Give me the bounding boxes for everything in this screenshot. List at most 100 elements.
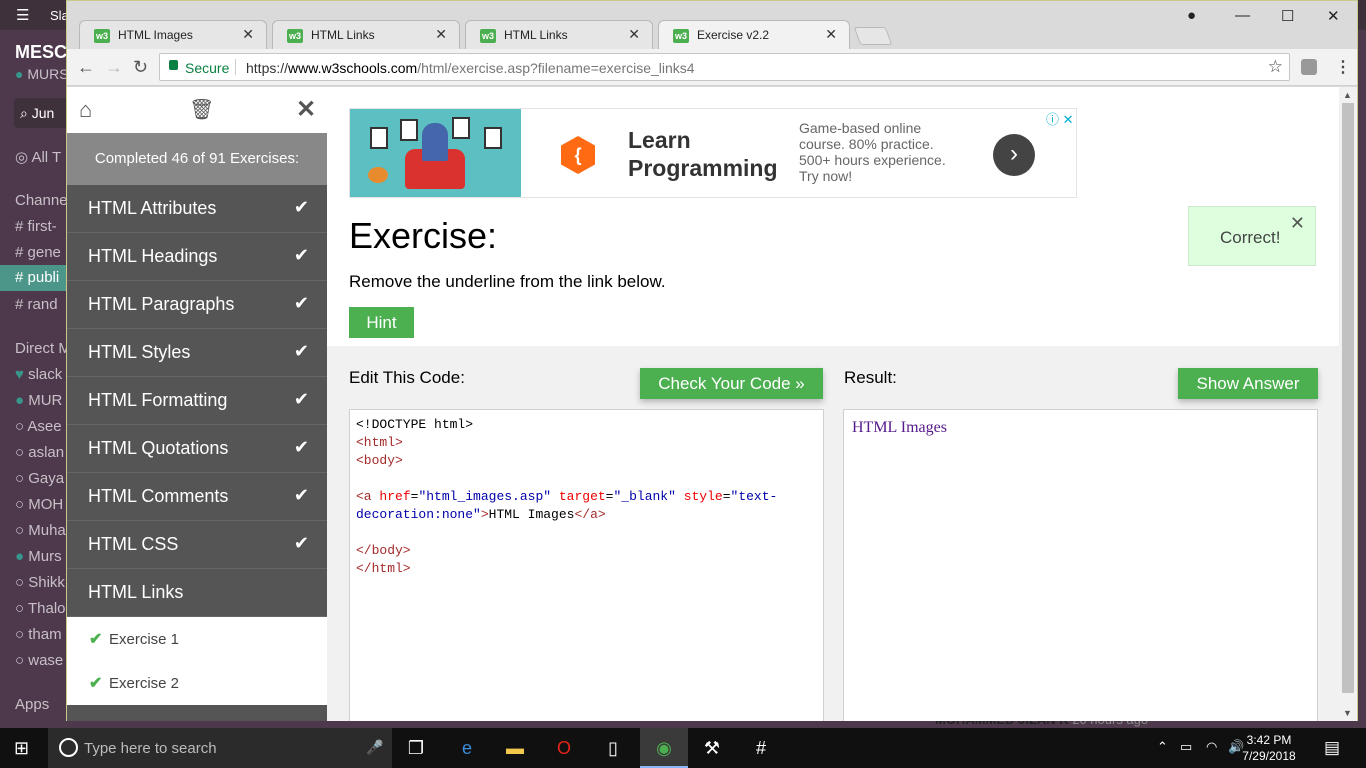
taskbar-search[interactable]: Type here to search 🎤 <box>48 728 392 768</box>
minimize-icon[interactable]: — <box>1235 7 1250 24</box>
chevron-up-icon[interactable]: ⌃ <box>1157 739 1168 755</box>
slack-dm-item[interactable]: ○ wase <box>15 652 63 669</box>
slack-dm-item[interactable]: ○ Muha <box>15 522 66 539</box>
slack-channel-item[interactable]: # rand <box>15 296 58 313</box>
result-link[interactable]: HTML Images <box>852 419 947 436</box>
code-line: </html> <box>356 561 411 576</box>
close-icon[interactable]: ✕ <box>435 26 447 43</box>
slack-channel-item-active[interactable]: # publi <box>0 265 66 291</box>
sidebar-subitem-exercise-1[interactable]: ✔ Exercise 1 <box>67 617 327 661</box>
sidebar-item-headings[interactable]: HTML Headings ✔ <box>67 233 327 281</box>
reload-icon[interactable]: ↻ <box>133 57 148 78</box>
task-view-icon[interactable]: ❐ <box>404 736 428 760</box>
notepad-icon[interactable]: ▯ <box>601 736 625 760</box>
hamburger-menu-icon[interactable]: ☰ <box>16 6 29 24</box>
checkmark-icon: ✔ <box>293 389 309 409</box>
sidebar-item-links[interactable]: HTML Links <box>67 569 327 617</box>
sidebar-subitem-exercise-2[interactable]: ✔ Exercise 2 <box>67 661 327 705</box>
tab-title: HTML Links <box>504 28 568 42</box>
scroll-thumb[interactable] <box>1342 103 1354 693</box>
code-editor[interactable]: <!DOCTYPE html> <html> <body> <a href="h… <box>349 409 824 721</box>
bookmark-star-icon[interactable]: ☆ <box>1268 57 1283 77</box>
sidebar-item-comments[interactable]: HTML Comments ✔ <box>67 473 327 521</box>
profile-icon[interactable]: ● <box>1187 7 1196 24</box>
edit-code-label: Edit This Code: <box>349 368 465 387</box>
microphone-icon[interactable]: 🎤 <box>366 739 383 756</box>
advertisement-banner[interactable]: { Learn Programming Game-based online co… <box>349 108 1077 198</box>
slack-channel-item[interactable]: # gene <box>15 244 61 261</box>
close-icon[interactable]: ✕ <box>628 26 640 43</box>
url-text[interactable]: https://www.w3schools.com/html/exercise.… <box>246 60 695 76</box>
chrome-icon[interactable]: ◉ <box>652 736 676 760</box>
scroll-up-icon[interactable]: ▲ <box>1343 90 1352 100</box>
slack-apps-heading[interactable]: Apps <box>15 696 49 713</box>
tab-html-images[interactable]: w3 HTML Images ✕ <box>79 20 267 49</box>
checkmark-icon: ✔ <box>293 533 309 553</box>
checkmark-icon: ✔ <box>293 485 309 505</box>
slack-dm-item[interactable]: ○ Shikk <box>15 574 65 591</box>
slack-dm-item[interactable]: ○ Gaya <box>15 470 64 487</box>
slack-dm-item[interactable]: ○ tham <box>15 626 62 643</box>
slack-dm-item[interactable]: ● Murs <box>15 548 62 565</box>
sidebar-item-quotations[interactable]: HTML Quotations ✔ <box>67 425 327 473</box>
chevron-right-icon[interactable]: › <box>993 134 1035 176</box>
slack-dm-item[interactable]: ♥ slack <box>15 366 62 383</box>
extension-icon[interactable] <box>1301 59 1317 75</box>
slack-channel-item[interactable]: # first- <box>15 218 57 235</box>
hint-button[interactable]: Hint <box>349 307 414 338</box>
opera-icon[interactable]: O <box>552 736 576 760</box>
close-icon[interactable]: ✕ <box>242 26 254 43</box>
exercise-instruction: Remove the underline from the link below… <box>349 272 666 291</box>
new-tab-button[interactable] <box>853 27 893 45</box>
adchoices-icon[interactable]: ⓘ ✕ <box>1046 109 1074 128</box>
tab-exercise[interactable]: w3 Exercise v2.2 ✕ <box>658 20 850 49</box>
slack-dm-item[interactable]: ○ aslan <box>15 444 64 461</box>
forward-arrow-icon[interactable]: → <box>105 57 123 78</box>
slack-dm-item[interactable]: ○ Thalo <box>15 600 66 617</box>
slack-dm-item[interactable]: ○ MOH <box>15 496 63 513</box>
system-clock[interactable]: 3:42 PM 7/29/2018 <box>1240 732 1298 764</box>
home-icon[interactable]: ⌂ <box>79 97 92 123</box>
scroll-down-icon[interactable]: ▼ <box>1343 708 1352 718</box>
window-close-icon[interactable]: ✕ <box>1327 7 1340 25</box>
tools-icon[interactable]: ⚒ <box>700 736 724 760</box>
sidebar-item-formatting[interactable]: HTML Formatting ✔ <box>67 377 327 425</box>
code-line: </body> <box>356 543 411 558</box>
slack-direct-heading[interactable]: Direct M <box>15 340 71 357</box>
wifi-icon[interactable]: ◠ <box>1206 739 1217 755</box>
kebab-menu-icon[interactable]: ⋮ <box>1335 57 1351 77</box>
close-icon[interactable]: ✕ <box>1290 213 1305 234</box>
edge-icon[interactable]: e <box>455 736 479 760</box>
sidebar-item-css[interactable]: HTML CSS ✔ <box>67 521 327 569</box>
close-icon[interactable]: ✕ <box>825 26 837 43</box>
file-explorer-icon[interactable]: ▬ <box>503 736 527 760</box>
back-arrow-icon[interactable]: ← <box>77 57 95 78</box>
sidebar-item-attributes[interactable]: HTML Attributes ✔ <box>67 185 327 233</box>
checkmark-icon: ✔ <box>293 437 309 457</box>
slack-channels-heading[interactable]: Channe <box>15 192 68 209</box>
slack-icon[interactable]: # <box>749 736 773 760</box>
page-scrollbar[interactable]: ▲ ▼ <box>1339 87 1357 721</box>
tab-html-links[interactable]: w3 HTML Links ✕ <box>272 20 460 49</box>
slack-jump-button[interactable]: ⌕ Jun <box>14 98 74 128</box>
trash-icon[interactable]: 🗑 <box>189 97 214 122</box>
result-label: Result: <box>844 368 897 387</box>
slack-dm-item[interactable]: ● MUR <box>15 392 62 409</box>
battery-icon[interactable]: ▭ <box>1180 739 1192 755</box>
sidebar-item-styles[interactable]: HTML Styles ✔ <box>67 329 327 377</box>
slack-all-threads[interactable]: ◎ All T <box>15 148 61 166</box>
slack-dm-item[interactable]: ○ Asee <box>15 418 62 435</box>
address-bar[interactable]: Secure https://www.w3schools.com/html/ex… <box>159 53 1290 81</box>
sidebar-item-paragraphs[interactable]: HTML Paragraphs ✔ <box>67 281 327 329</box>
check-code-button[interactable]: Check Your Code » <box>640 368 823 399</box>
slack-team-name[interactable]: MESC <box>15 42 67 63</box>
show-answer-button[interactable]: Show Answer <box>1178 368 1318 399</box>
notification-icon[interactable]: ▤ <box>1324 738 1340 758</box>
maximize-icon[interactable]: ☐ <box>1281 7 1294 25</box>
close-icon[interactable]: ✕ <box>296 95 316 124</box>
windows-start-icon[interactable]: ⊞ <box>14 738 29 759</box>
w3schools-favicon-icon: w3 <box>94 29 110 43</box>
tab-html-links-2[interactable]: w3 HTML Links ✕ <box>465 20 653 49</box>
